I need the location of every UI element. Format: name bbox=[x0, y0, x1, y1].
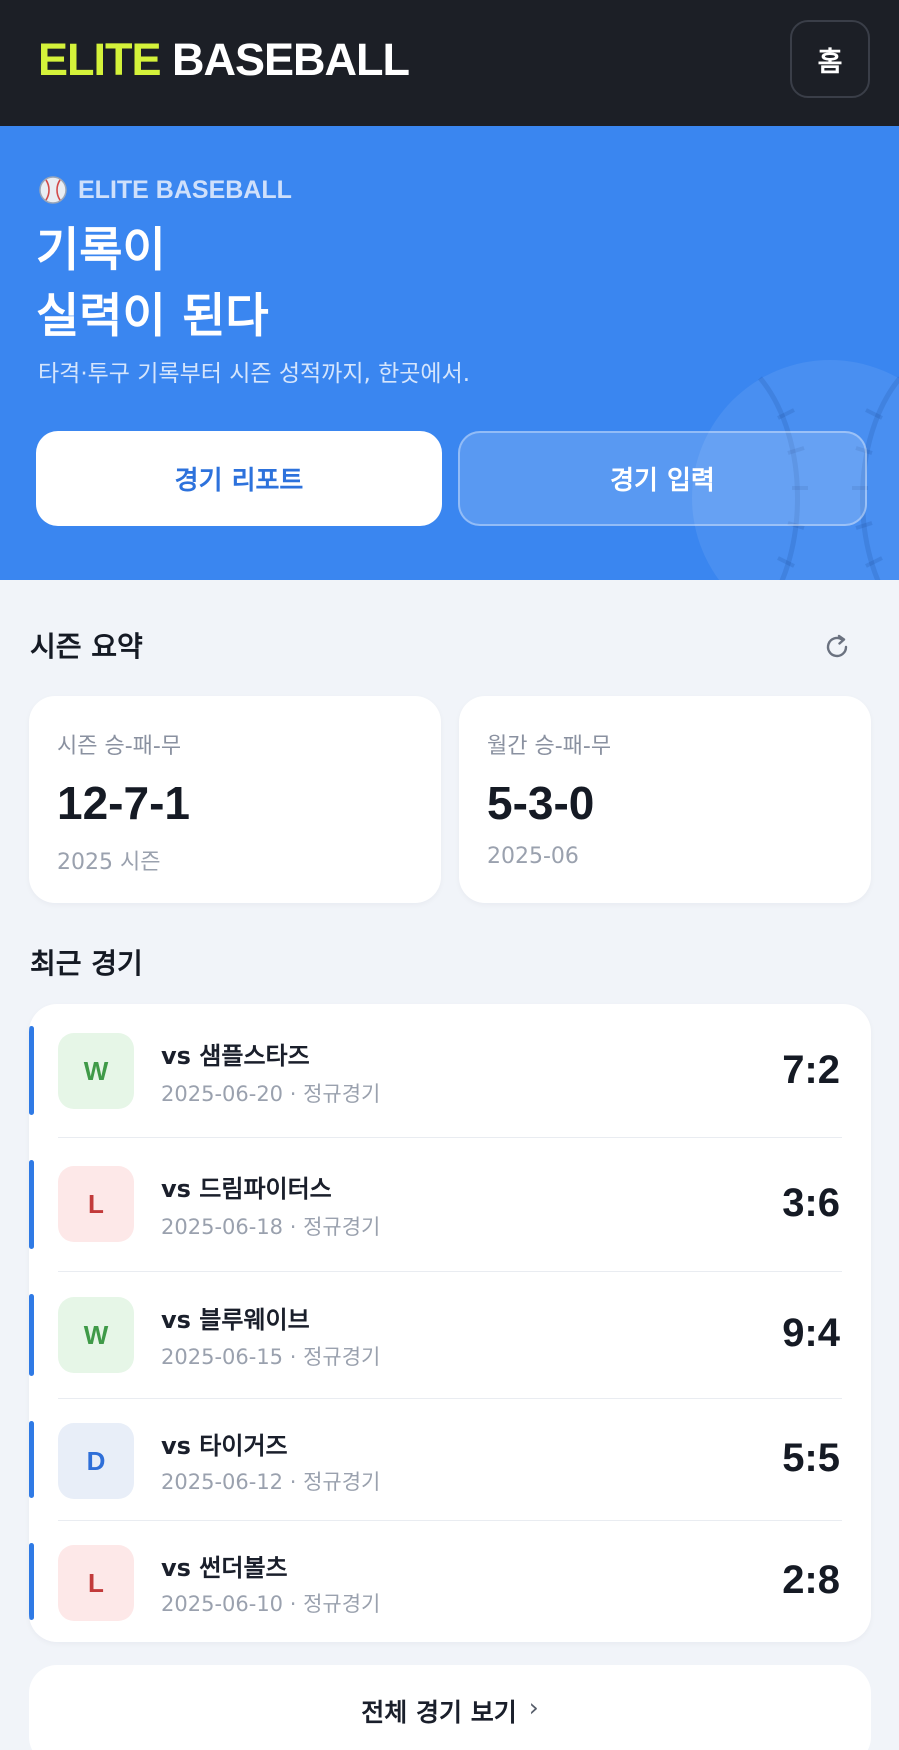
refresh-icon[interactable] bbox=[822, 632, 852, 662]
opponent-name: vs 타이거즈 bbox=[161, 1432, 288, 1460]
hero-title: 기록이 실력이 된다 bbox=[36, 218, 269, 350]
season-record-card: 시즌 승-패-무 12-7-1 2025 시즌 bbox=[29, 696, 441, 903]
view-all-label: 전체 경기 보기 bbox=[361, 1698, 517, 1727]
game-type: 정규경기 bbox=[303, 1470, 381, 1494]
monthly-record-note: 2025-06 bbox=[487, 844, 579, 869]
monthly-record-value: 5-3-0 bbox=[487, 777, 595, 829]
game-row[interactable]: L vs 드림파이터스 2025-06-18 · 정규경기 3:6 bbox=[29, 1138, 871, 1271]
result-badge: W bbox=[58, 1297, 134, 1373]
game-date: 2025-06-10 bbox=[161, 1592, 284, 1616]
result-badge: D bbox=[58, 1423, 134, 1499]
game-meta: 2025-06-12 · 정규경기 bbox=[161, 1470, 381, 1494]
game-row[interactable]: W vs 샘플스타즈 2025-06-20 · 정규경기 7:2 bbox=[29, 1004, 871, 1137]
game-meta: 2025-06-20 · 정규경기 bbox=[161, 1082, 381, 1106]
result-badge: W bbox=[58, 1033, 134, 1109]
hero-title-line1: 기록이 bbox=[36, 223, 166, 278]
game-date: 2025-06-12 bbox=[161, 1470, 284, 1494]
game-score: 2:8 bbox=[782, 1558, 840, 1602]
game-date: 2025-06-20 bbox=[161, 1082, 284, 1106]
season-summary-title: 시즌 요약 bbox=[30, 630, 143, 663]
game-date: 2025-06-15 bbox=[161, 1345, 284, 1369]
season-record-label: 시즌 승-패-무 bbox=[57, 734, 182, 759]
season-record-note: 2025 시즌 bbox=[57, 850, 161, 875]
baseball-icon bbox=[39, 176, 67, 204]
hero-eyebrow-text: ELITE BASEBALL bbox=[78, 175, 292, 204]
monthly-record-label: 월간 승-패-무 bbox=[487, 734, 612, 759]
game-type: 정규경기 bbox=[303, 1082, 381, 1106]
hero-banner: ELITE BASEBALL 기록이 실력이 된다 타격·투구 기록부터 시즌 … bbox=[0, 126, 899, 580]
row-accent bbox=[29, 1026, 34, 1115]
game-report-button[interactable]: 경기 리포트 bbox=[36, 431, 442, 526]
hero-eyebrow: ELITE BASEBALL bbox=[38, 174, 292, 206]
opponent-name: vs 썬더볼츠 bbox=[161, 1554, 288, 1582]
game-date: 2025-06-18 bbox=[161, 1215, 284, 1239]
home-button[interactable]: 홈 bbox=[790, 20, 870, 98]
opponent-name: vs 드림파이터스 bbox=[161, 1175, 332, 1203]
hero-title-line2: 실력이 된다 bbox=[36, 289, 269, 344]
brand-logo[interactable]: ELITE BASEBALL bbox=[38, 34, 410, 86]
game-type: 정규경기 bbox=[303, 1345, 381, 1369]
row-accent bbox=[29, 1160, 34, 1249]
row-accent bbox=[29, 1421, 34, 1498]
result-badge: L bbox=[58, 1545, 134, 1621]
game-type: 정규경기 bbox=[303, 1592, 381, 1616]
game-score: 3:6 bbox=[782, 1181, 840, 1225]
game-meta: 2025-06-10 · 정규경기 bbox=[161, 1592, 381, 1616]
game-score: 7:2 bbox=[782, 1048, 840, 1092]
chevron-right-icon: › bbox=[528, 1693, 539, 1722]
season-record-value: 12-7-1 bbox=[57, 777, 190, 829]
brand-name: BASEBALL bbox=[172, 34, 410, 85]
opponent-name: vs 블루웨이브 bbox=[161, 1306, 310, 1334]
view-all-games-button[interactable]: 전체 경기 보기 › bbox=[29, 1665, 871, 1750]
row-accent bbox=[29, 1294, 34, 1376]
game-row[interactable]: D vs 타이거즈 2025-06-12 · 정규경기 5:5 bbox=[29, 1399, 871, 1520]
game-score: 5:5 bbox=[782, 1436, 840, 1480]
recent-games-title: 최근 경기 bbox=[30, 947, 143, 980]
game-meta: 2025-06-18 · 정규경기 bbox=[161, 1215, 381, 1239]
row-accent bbox=[29, 1543, 34, 1620]
recent-games-list: W vs 샘플스타즈 2025-06-20 · 정규경기 7:2 L vs 드림… bbox=[29, 1004, 871, 1642]
game-type: 정규경기 bbox=[303, 1215, 381, 1239]
brand-accent: ELITE bbox=[38, 34, 162, 85]
result-badge: L bbox=[58, 1166, 134, 1242]
game-score: 9:4 bbox=[782, 1311, 840, 1355]
game-row[interactable]: W vs 블루웨이브 2025-06-15 · 정규경기 9:4 bbox=[29, 1272, 871, 1398]
game-row[interactable]: L vs 썬더볼츠 2025-06-10 · 정규경기 2:8 bbox=[29, 1521, 871, 1642]
app-header: ELITE BASEBALL 홈 bbox=[0, 0, 899, 126]
opponent-name: vs 샘플스타즈 bbox=[161, 1042, 310, 1070]
hero-subtitle: 타격·투구 기록부터 시즌 성적까지, 한곳에서. bbox=[38, 361, 471, 387]
monthly-record-card: 월간 승-패-무 5-3-0 2025-06 bbox=[459, 696, 871, 903]
game-meta: 2025-06-15 · 정규경기 bbox=[161, 1345, 381, 1369]
game-input-button[interactable]: 경기 입력 bbox=[458, 431, 867, 526]
